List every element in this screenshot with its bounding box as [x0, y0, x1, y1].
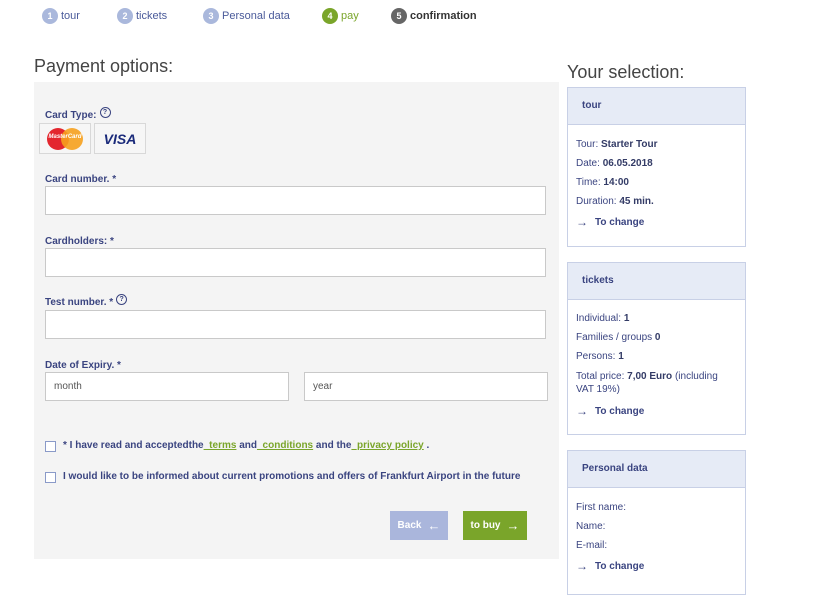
- summary-email: E-mail:: [576, 540, 608, 551]
- info-icon[interactable]: ?: [99, 107, 111, 118]
- test-number-text: Test number. *: [45, 297, 114, 308]
- test-number-input[interactable]: [45, 310, 546, 339]
- conditions-link[interactable]: _conditions: [257, 440, 313, 451]
- arrow-right-icon: →: [506, 518, 520, 533]
- mastercard-logo: MasterCard: [47, 127, 83, 150]
- terms-checkbox[interactable]: [45, 441, 56, 452]
- expiry-year-select[interactable]: year: [304, 372, 548, 401]
- payment-title: Payment options:: [34, 56, 174, 76]
- terms-and-the: and the: [315, 440, 352, 451]
- payment-form: Card Type:? MasterCard VISA Card number.…: [34, 82, 559, 559]
- card-number-label: Card number. *: [45, 174, 117, 185]
- value: 45 min.: [619, 196, 654, 207]
- test-number-label: Test number. *?: [45, 294, 128, 308]
- summary-tour: tour Tour: Starter Tour Date: 06.05.2018…: [567, 87, 746, 247]
- value: 14:00: [603, 177, 629, 188]
- change-label: To change: [595, 216, 645, 228]
- step-number: 4: [322, 8, 338, 24]
- value: 0: [654, 332, 661, 343]
- summary-personal-header: Personal data: [568, 451, 745, 488]
- price-suffix: (including: [674, 371, 718, 382]
- promo-checkbox[interactable]: [45, 472, 56, 483]
- arrow-right-icon: →: [576, 559, 588, 573]
- step-label: tickets: [136, 10, 168, 22]
- summary-individual: Individual: 1: [576, 313, 629, 324]
- summary-vat: VAT 19%): [576, 384, 620, 395]
- step-number: 1: [42, 8, 58, 24]
- terms-and: and: [239, 440, 257, 451]
- step-label: confirmation: [410, 10, 477, 22]
- card-type-text: Card Type:: [45, 110, 97, 121]
- mastercard-text: MasterCard: [48, 133, 82, 140]
- card-type-label: Card Type:?: [45, 107, 111, 121]
- label: Persons:: [576, 351, 616, 362]
- label: Tour:: [576, 139, 599, 150]
- summary-first-name: First name:: [576, 502, 627, 513]
- step-tour[interactable]: 1 tour: [42, 8, 80, 24]
- step-label: Personal data: [222, 10, 290, 22]
- change-tour-link[interactable]: → To change: [576, 215, 644, 229]
- expiry-label: Date of Expiry. *: [45, 360, 121, 371]
- terms-suffix: .: [426, 440, 430, 451]
- arrow-left-icon: ←: [427, 518, 441, 533]
- summary-tickets-header: tickets: [568, 263, 745, 300]
- value: 7,00 Euro: [627, 371, 673, 382]
- label: Date:: [576, 158, 600, 169]
- value: 06.05.2018: [602, 158, 653, 169]
- change-personal-link[interactable]: → To change: [576, 559, 644, 573]
- card-option-mastercard[interactable]: MasterCard: [39, 123, 91, 154]
- info-icon[interactable]: ?: [116, 294, 128, 305]
- step-pay: 4 pay: [322, 8, 359, 24]
- summary-tour-time: Time: 14:00: [576, 177, 629, 188]
- change-tickets-link[interactable]: → To change: [576, 404, 644, 418]
- card-number-input[interactable]: [45, 186, 546, 215]
- summary-families: Families / groups 0: [576, 332, 660, 343]
- label: Time:: [576, 177, 601, 188]
- visa-logo: VISA: [103, 130, 137, 147]
- step-personal-data[interactable]: 3 Personal data: [203, 8, 290, 24]
- step-confirmation: 5 confirmation: [391, 8, 477, 24]
- terms-link[interactable]: _terms: [204, 440, 237, 451]
- summary-tour-date: Date: 06.05.2018: [576, 158, 653, 169]
- value: 1: [623, 313, 630, 324]
- summary-name: Name:: [576, 521, 606, 532]
- cardholders-label: Cardholders: *: [45, 236, 114, 247]
- terms-prefix: * I have read and acceptedthe: [63, 440, 204, 451]
- cardholders-input[interactable]: [45, 248, 546, 277]
- promo-text: I would like to be informed about curren…: [63, 471, 521, 482]
- change-label: To change: [595, 405, 645, 417]
- arrow-right-icon: →: [576, 215, 588, 229]
- terms-text: * I have read and acceptedthe_terms and_…: [63, 440, 429, 451]
- label: Total price:: [576, 371, 625, 382]
- privacy-policy-link[interactable]: _privacy policy: [351, 440, 423, 451]
- step-number: 2: [117, 8, 133, 24]
- summary-total-price: Total price: 7,00 Euro (including: [576, 371, 718, 382]
- back-button-label: Back: [397, 520, 422, 531]
- buy-button[interactable]: to buy →: [463, 511, 527, 540]
- arrow-right-icon: →: [576, 404, 588, 418]
- value: Starter Tour: [601, 139, 658, 150]
- step-number: 5: [391, 8, 407, 24]
- label: Individual:: [576, 313, 622, 324]
- step-tickets[interactable]: 2 tickets: [117, 8, 167, 24]
- expiry-month-select[interactable]: month: [45, 372, 289, 401]
- summary-tour-duration: Duration: 45 min.: [576, 196, 654, 207]
- label: Families / groups: [576, 332, 653, 343]
- card-option-visa[interactable]: VISA: [94, 123, 146, 154]
- summary-personal-data: Personal data First name: Name: E-mail: …: [567, 450, 746, 595]
- label: Duration:: [576, 196, 617, 207]
- summary-tour-header: tour: [568, 88, 745, 125]
- step-label: tour: [61, 10, 80, 22]
- selection-title: Your selection:: [567, 62, 685, 82]
- summary-tickets: tickets Individual: 1 Families / groups …: [567, 262, 746, 435]
- change-label: To change: [595, 560, 645, 572]
- summary-persons: Persons: 1: [576, 351, 624, 362]
- buy-button-label: to buy: [470, 520, 501, 531]
- summary-tour-name: Tour: Starter Tour: [576, 139, 658, 150]
- back-button[interactable]: Back ←: [390, 511, 448, 540]
- step-number: 3: [203, 8, 219, 24]
- step-label: pay: [341, 10, 359, 22]
- value: 1: [618, 351, 624, 362]
